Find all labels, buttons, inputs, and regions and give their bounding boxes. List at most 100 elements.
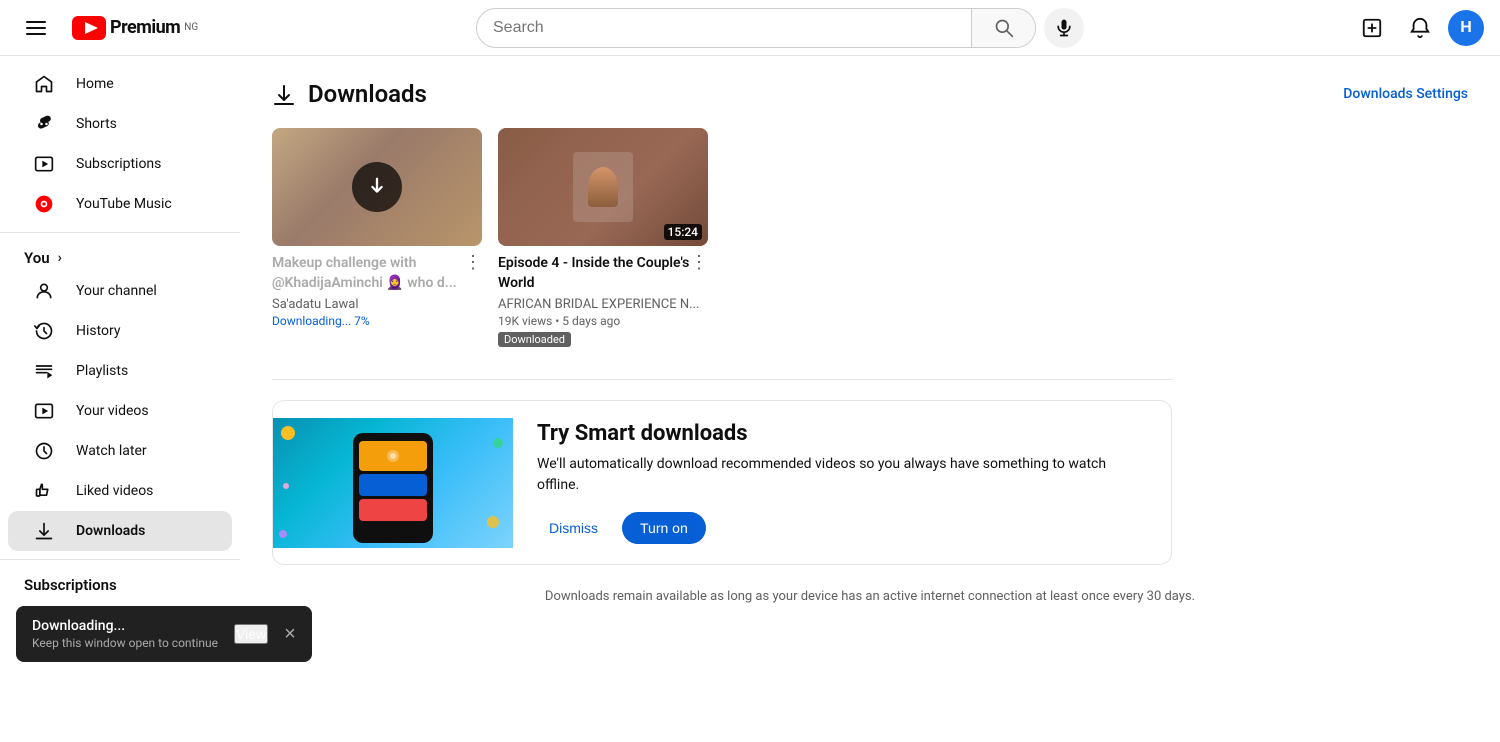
sidebar-item-your-videos[interactable]: Your videos xyxy=(8,391,232,431)
logo[interactable]: Premium NG xyxy=(72,16,198,40)
phone-thumb-2 xyxy=(359,474,427,496)
home-icon xyxy=(32,74,56,94)
bell-icon xyxy=(1409,16,1431,39)
video-thumb-1 xyxy=(272,128,482,246)
search-icon xyxy=(994,18,1014,38)
sidebar-item-liked-videos[interactable]: Liked videos xyxy=(8,471,232,511)
sidebar-item-watch-later-label: Watch later xyxy=(76,443,147,459)
sidebar-item-shorts-label: Shorts xyxy=(76,116,117,132)
sidebar-item-youtube-music-label: YouTube Music xyxy=(76,196,172,212)
notifications-button[interactable] xyxy=(1400,8,1440,48)
main-content: Downloads Downloads Settings ⋮ Makeup ch… xyxy=(240,56,1500,686)
mic-button[interactable] xyxy=(1044,8,1084,48)
sidebar-item-history-label: History xyxy=(76,323,121,339)
hamburger-icon xyxy=(26,16,46,39)
video-person-silhouette xyxy=(573,152,633,222)
downloads-note: Downloads remain available as long as yo… xyxy=(272,589,1468,604)
decorative-dot-5 xyxy=(283,483,289,489)
youtube-music-icon xyxy=(32,194,56,214)
toast-subtitle: Keep this window open to continue xyxy=(32,636,218,650)
smart-downloads-actions: Dismiss Turn on xyxy=(537,512,1147,544)
video-channel-1: Sa'adatu Lawal xyxy=(272,297,482,312)
sidebar-item-playlists[interactable]: Playlists xyxy=(8,351,232,391)
channel-icon xyxy=(32,281,56,301)
video-downloading-status-1: Downloading... 7% xyxy=(272,314,482,328)
downloads-page-icon xyxy=(272,81,296,106)
video-duration-2: 15:24 xyxy=(664,224,702,240)
search-button[interactable] xyxy=(971,8,1035,48)
sidebar-item-home-label: Home xyxy=(76,76,114,92)
subscriptions-icon xyxy=(32,154,56,174)
video-channel-2: AFRICAN BRIDAL EXPERIENCE N... xyxy=(498,297,708,312)
logo-ng-badge: NG xyxy=(184,22,198,33)
page-title-left: Downloads xyxy=(272,80,427,108)
sidebar-item-home[interactable]: Home xyxy=(8,64,232,104)
logo-premium-text: Premium xyxy=(110,17,180,38)
decorative-dot-2 xyxy=(493,438,503,448)
sidebar-item-subscriptions[interactable]: Subscriptions xyxy=(8,144,232,184)
video-card-1[interactable]: ⋮ Makeup challenge with @KhadijaAminchi … xyxy=(272,128,482,355)
liked-videos-icon xyxy=(32,481,56,501)
create-icon xyxy=(1361,16,1383,39)
header-right: H xyxy=(1324,8,1484,48)
downloads-settings-link[interactable]: Downloads Settings xyxy=(1343,86,1468,102)
video-title-2: Episode 4 - Inside the Couple's World xyxy=(498,254,708,293)
video-info-2: ⋮ Episode 4 - Inside the Couple's World … xyxy=(498,246,708,355)
sidebar-item-watch-later[interactable]: Watch later xyxy=(8,431,232,471)
toast-title: Downloading... xyxy=(32,618,218,634)
smart-downloads-content: Try Smart downloads We'll automatically … xyxy=(513,401,1171,564)
video-thumb-2: 15:24 xyxy=(498,128,708,246)
video-options-button-1[interactable]: ⋮ xyxy=(464,254,482,272)
you-section-header[interactable]: You › xyxy=(0,241,240,271)
toast-content: Downloading... Keep this window open to … xyxy=(32,618,218,650)
dismiss-button[interactable]: Dismiss xyxy=(537,512,610,544)
sidebar-item-downloads-label: Downloads xyxy=(76,523,145,539)
sidebar: Home Shorts Subscriptions YouTube Music … xyxy=(0,56,240,686)
sidebar-item-liked-videos-label: Liked videos xyxy=(76,483,153,499)
history-icon xyxy=(32,321,56,341)
sidebar-item-youtube-music[interactable]: YouTube Music xyxy=(8,184,232,224)
toast-view-button[interactable]: View xyxy=(234,624,268,644)
search-bar xyxy=(476,8,1036,48)
content-divider xyxy=(272,379,1172,380)
smart-downloads-card: Try Smart downloads We'll automatically … xyxy=(272,400,1172,565)
nav-divider-2 xyxy=(0,559,240,560)
sidebar-item-history[interactable]: History xyxy=(8,311,232,351)
smart-downloads-title: Try Smart downloads xyxy=(537,421,1147,446)
search-input[interactable] xyxy=(477,19,971,37)
toast-notification: Downloading... Keep this window open to … xyxy=(16,606,312,662)
toast-close-button[interactable]: × xyxy=(284,623,296,646)
video-options-button-2[interactable]: ⋮ xyxy=(690,254,708,272)
smart-downloads-description: We'll automatically download recommended… xyxy=(537,454,1147,496)
turn-on-button[interactable]: Turn on xyxy=(622,512,706,544)
sidebar-item-shorts[interactable]: Shorts xyxy=(8,104,232,144)
hamburger-menu-button[interactable] xyxy=(16,8,56,48)
smart-downloads-image xyxy=(273,418,513,548)
create-button[interactable] xyxy=(1352,8,1392,48)
page-title-row: Downloads Downloads Settings xyxy=(272,80,1468,108)
video-card-2[interactable]: 15:24 ⋮ Episode 4 - Inside the Couple's … xyxy=(498,128,708,355)
video-meta-2: 19K views • 5 days ago xyxy=(498,314,708,328)
playlists-icon xyxy=(32,361,56,381)
downloads-icon xyxy=(32,521,56,541)
header-left: Premium NG xyxy=(16,8,236,48)
video-list: ⋮ Makeup challenge with @KhadijaAminchi … xyxy=(272,128,1468,355)
header: Premium NG H xyxy=(0,0,1500,56)
youtube-logo-icon xyxy=(72,16,106,40)
user-avatar-button[interactable]: H xyxy=(1448,10,1484,46)
mic-icon xyxy=(1054,18,1074,38)
download-progress-overlay xyxy=(352,162,402,212)
sidebar-item-your-videos-label: Your videos xyxy=(76,403,149,419)
sidebar-item-playlists-label: Playlists xyxy=(76,363,128,379)
header-center xyxy=(236,8,1324,48)
sidebar-item-subscriptions-label: Subscriptions xyxy=(76,156,161,172)
page-title: Downloads xyxy=(308,80,427,108)
sidebar-item-your-channel[interactable]: Your channel xyxy=(8,271,232,311)
you-label: You xyxy=(24,249,50,267)
chevron-right-icon: › xyxy=(58,250,62,266)
phone-thumb-3 xyxy=(359,499,427,521)
sidebar-item-downloads[interactable]: Downloads xyxy=(8,511,232,551)
nav-divider-1 xyxy=(0,232,240,233)
downloaded-badge: Downloaded xyxy=(498,332,571,347)
video-info-1: ⋮ Makeup challenge with @KhadijaAminchi … xyxy=(272,246,482,336)
